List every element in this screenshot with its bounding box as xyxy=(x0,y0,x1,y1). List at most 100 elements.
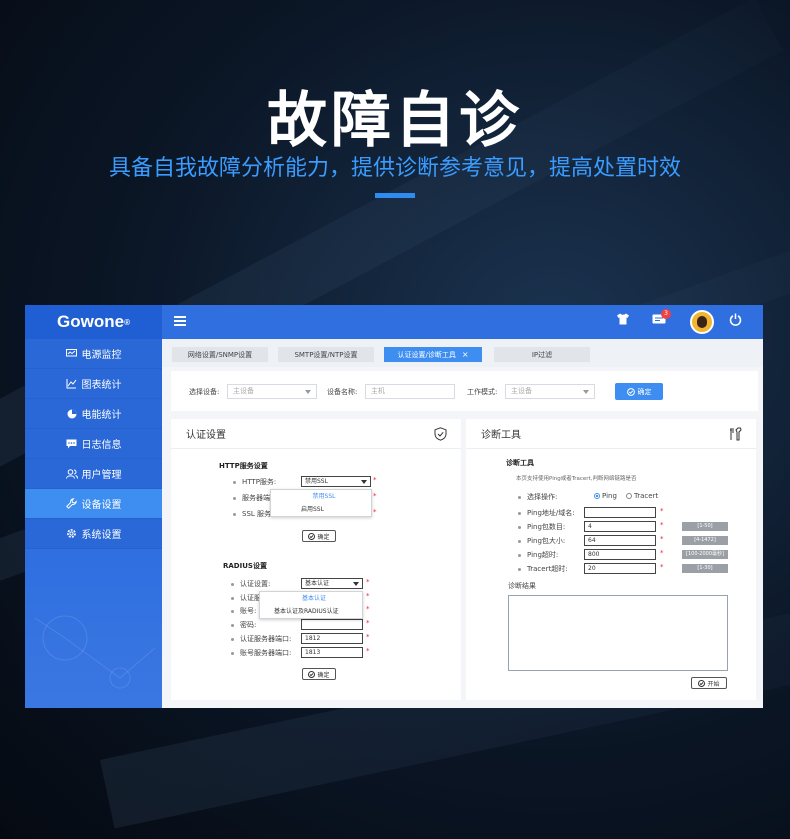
tracert-timeout-hint: [1-30] xyxy=(682,564,728,573)
ssl-service-label: SSL 服务 xyxy=(233,509,271,519)
password-label: 密码: xyxy=(231,620,256,630)
auth-server-port-value: 1812 xyxy=(305,635,321,642)
tab-ip-filter[interactable]: IP过滤 xyxy=(494,347,590,362)
account-label: 账号: xyxy=(231,606,256,616)
filter-confirm-label: 确定 xyxy=(637,387,652,396)
tab-smtp-ntp[interactable]: SMTP设置/NTP设置 xyxy=(278,347,374,362)
dropdown-option-disable-ssl[interactable]: 禁用SSL xyxy=(271,490,371,503)
ping-address-field[interactable] xyxy=(584,507,656,518)
sidebar-decoration xyxy=(25,558,162,708)
ping-size-hint: [4-1472] xyxy=(682,536,728,545)
tab-label: SMTP设置/NTP设置 xyxy=(294,350,358,359)
pie-icon xyxy=(66,408,78,420)
start-button[interactable]: 开始 xyxy=(691,677,727,689)
device-filter-bar: 选择设备: 主设备 设备名称: 主机 工作模式: 主设备 确定 xyxy=(171,371,758,411)
password-field[interactable] xyxy=(301,619,363,630)
auth-type-dropdown: 基本认证 基本认证及RADIUS认证 xyxy=(259,591,363,619)
dropdown-option-basic-auth[interactable]: 基本认证 xyxy=(260,592,362,605)
required-mark: * xyxy=(366,592,370,600)
radio-ping[interactable]: Ping xyxy=(594,492,617,500)
sidebar: Gowone ® 电源监控 图表统计 电能统计 日志信息 用户管理 设备设置 系… xyxy=(25,305,162,708)
chevron-down-icon xyxy=(361,480,367,484)
chart-icon xyxy=(66,378,78,390)
sidebar-item-system-settings[interactable]: 系统设置 xyxy=(25,519,162,549)
top-bar: 3 xyxy=(162,305,763,339)
device-select-label: 选择设备: xyxy=(189,388,220,396)
chevron-down-icon xyxy=(583,390,589,394)
radio-ping-label: Ping xyxy=(602,492,617,500)
tab-label: 认证设置/诊断工具 xyxy=(397,350,456,359)
tools-icon xyxy=(728,427,742,441)
auth-server-port-field[interactable]: 1812 xyxy=(301,633,363,644)
device-name-input[interactable]: 主机 xyxy=(365,384,455,399)
tab-auth-diagnostic[interactable]: 认证设置/诊断工具 × xyxy=(384,347,482,362)
power-icon[interactable] xyxy=(726,313,744,331)
required-mark: * xyxy=(366,578,370,586)
tab-network-snmp[interactable]: 网络设置/SNMP设置 xyxy=(172,347,268,362)
operation-label: 选择操作: xyxy=(518,492,557,502)
dropdown-option-basic-radius-auth[interactable]: 基本认证及RADIUS认证 xyxy=(260,605,362,618)
theme-shirt-icon[interactable] xyxy=(614,313,632,331)
tab-close-icon[interactable]: × xyxy=(462,350,469,359)
sidebar-item-chart-stats[interactable]: 图表统计 xyxy=(25,369,162,399)
gear-icon xyxy=(66,528,78,540)
auth-type-select[interactable]: 基本认证 xyxy=(301,578,363,589)
required-mark: * xyxy=(660,521,664,529)
radius-confirm-label: 确定 xyxy=(317,671,330,679)
sidebar-item-user-mgmt[interactable]: 用户管理 xyxy=(25,459,162,489)
auth-server-port-label: 认证服务器端口: xyxy=(231,634,291,644)
sidebar-item-label: 日志信息 xyxy=(81,440,122,451)
diag-section-title: 诊断工具 xyxy=(506,459,534,467)
sidebar-item-label: 系统设置 xyxy=(81,530,122,541)
auth-type-value: 基本认证 xyxy=(305,580,330,587)
avatar[interactable] xyxy=(690,310,714,334)
ping-timeout-label: Ping超时: xyxy=(518,550,558,560)
required-mark: * xyxy=(366,647,370,655)
auth-panel-title: 认证设置 xyxy=(186,430,226,441)
required-mark: * xyxy=(660,535,664,543)
http-service-select[interactable]: 禁用SSL xyxy=(301,476,371,487)
app-window: Gowone ® 电源监控 图表统计 电能统计 日志信息 用户管理 设备设置 系… xyxy=(25,305,763,708)
chevron-down-icon xyxy=(353,582,359,586)
diag-note: 本页支持使用Ping或者Tracert,判断网络链路是否 xyxy=(516,476,637,482)
sidebar-item-device-settings[interactable]: 设备设置 xyxy=(25,489,162,519)
hero-divider xyxy=(375,193,415,198)
radius-section-title: RADIUS设置 xyxy=(223,562,267,570)
http-service-dropdown: 禁用SSL 启用SSL xyxy=(270,489,372,517)
sidebar-item-power-monitor[interactable]: 电源监控 xyxy=(25,339,162,369)
sidebar-item-energy-stats[interactable]: 电能统计 xyxy=(25,399,162,429)
radio-tracert[interactable]: Tracert xyxy=(626,492,658,500)
chevron-down-icon xyxy=(305,390,311,394)
hero-subtitle: 具备自我故障分析能力，提供诊断参考意见，提高处置时效 xyxy=(108,156,681,181)
filter-confirm-button[interactable]: 确定 xyxy=(615,383,663,400)
menu-toggle-icon[interactable] xyxy=(174,316,186,326)
dropdown-option-enable-ssl[interactable]: 启用SSL xyxy=(271,503,371,516)
sidebar-item-label: 电能统计 xyxy=(81,410,122,421)
monitor-icon xyxy=(66,348,78,360)
ping-timeout-field[interactable]: 800 xyxy=(584,549,656,560)
ping-size-field[interactable]: 64 xyxy=(584,535,656,546)
radius-confirm-button[interactable]: 确定 xyxy=(302,668,336,680)
diagnostic-panel: 诊断工具 诊断工具 本页支持使用Ping或者Tracert,判断网络链路是否 选… xyxy=(466,419,756,700)
account-server-port-field[interactable]: 1813 xyxy=(301,647,363,658)
required-mark: * xyxy=(660,507,664,515)
device-select[interactable]: 主设备 xyxy=(227,384,317,399)
ping-count-field[interactable]: 4 xyxy=(584,521,656,532)
shield-icon xyxy=(433,427,447,441)
tab-label: 网络设置/SNMP设置 xyxy=(187,350,253,359)
tab-label: IP过滤 xyxy=(531,350,553,359)
registered-mark: ® xyxy=(124,317,130,327)
tracert-timeout-field[interactable]: 20 xyxy=(584,563,656,574)
work-mode-select[interactable]: 主设备 xyxy=(505,384,595,399)
server-port-label: 服务器端 xyxy=(233,493,270,503)
logo: Gowone ® xyxy=(25,305,162,339)
ping-size-label: Ping包大小: xyxy=(518,536,565,546)
ping-address-label: Ping地址/域名: xyxy=(518,508,575,518)
sidebar-item-log-info[interactable]: 日志信息 xyxy=(25,429,162,459)
radio-tracert-label: Tracert xyxy=(634,492,659,500)
http-confirm-button[interactable]: 确定 xyxy=(302,530,336,542)
work-mode-label: 工作模式: xyxy=(467,388,498,396)
device-name-value: 主机 xyxy=(371,387,385,395)
notification-icon[interactable]: 3 xyxy=(650,309,671,331)
result-textarea[interactable] xyxy=(508,595,728,671)
